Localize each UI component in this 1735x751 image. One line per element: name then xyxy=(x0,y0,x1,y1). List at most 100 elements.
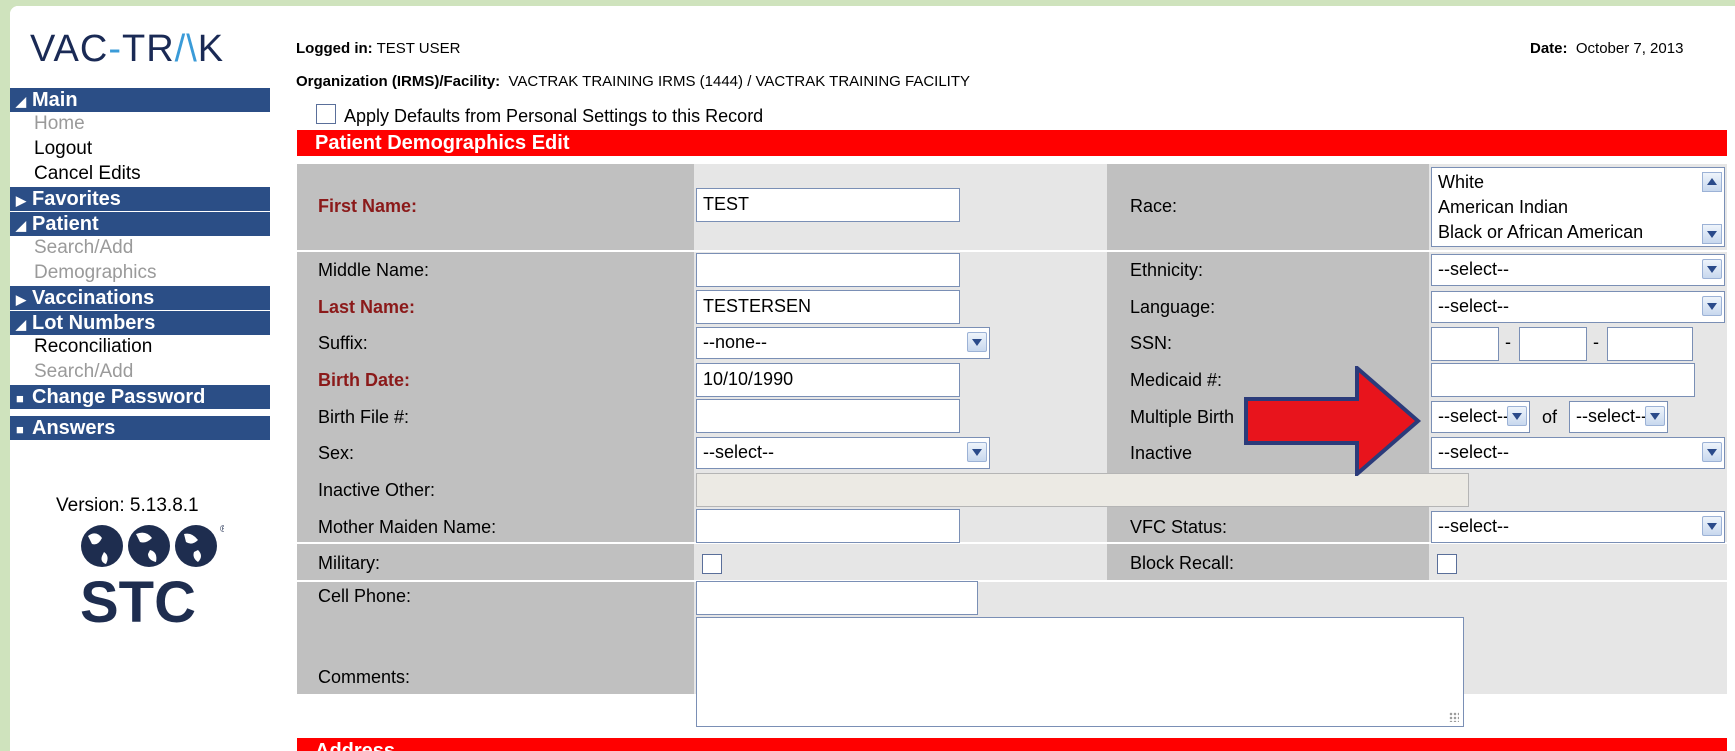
apply-defaults-checkbox[interactable] xyxy=(316,104,336,125)
organization-info: Organization (IRMS)/Facility: VACTRAK TR… xyxy=(296,73,970,90)
chevron-down-icon xyxy=(1702,296,1722,316)
nav-item-reconciliation[interactable]: Reconciliation xyxy=(34,335,152,359)
race-listbox[interactable]: White American Indian Black or African A… xyxy=(1431,167,1725,247)
race-option-black[interactable]: Black or African American xyxy=(1438,222,1643,243)
version-label: Version: 5.13.8.1 xyxy=(56,495,199,516)
sex-label: Sex: xyxy=(318,443,355,463)
military-label: Military: xyxy=(318,553,380,573)
multiple-birth-order-select[interactable]: --select-- xyxy=(1431,401,1530,433)
medicaid-input[interactable] xyxy=(1431,363,1695,397)
ssn-part3-input[interactable] xyxy=(1607,327,1693,361)
organization-value: VACTRAK TRAINING IRMS (1444) / VACTRAK T… xyxy=(508,73,971,90)
nav-section-lot-numbers[interactable]: ◢ Lot Numbers xyxy=(10,311,270,335)
sex-select[interactable]: --select-- xyxy=(696,437,990,469)
nav-section-label: Vaccinations xyxy=(32,287,155,309)
nav-section-favorites[interactable]: ▶ Favorites xyxy=(10,187,270,211)
inactive-other-input[interactable] xyxy=(696,473,1469,507)
military-checkbox[interactable] xyxy=(702,554,722,574)
ethnicity-select[interactable]: --select-- xyxy=(1431,254,1725,286)
sex-value: --select-- xyxy=(703,442,774,462)
suffix-select[interactable]: --none-- xyxy=(696,327,990,359)
organization-label: Organization (IRMS)/Facility: xyxy=(296,73,501,90)
date-info: Date: October 7, 2013 xyxy=(1530,40,1683,57)
blank-value-cell xyxy=(1429,544,1727,580)
nav-item-demographics[interactable]: Demographics xyxy=(34,261,157,285)
vfc-status-value: --select-- xyxy=(1438,516,1509,536)
race-option-american-indian[interactable]: American Indian xyxy=(1438,197,1568,218)
chevron-down-icon xyxy=(1645,406,1665,426)
first-name-label: First Name: xyxy=(318,196,418,216)
date-value: October 7, 2013 xyxy=(1575,40,1684,57)
logged-in-user: TEST USER xyxy=(376,40,461,57)
nav-item-home[interactable]: Home xyxy=(34,112,85,136)
birth-date-input[interactable]: 10/10/1990 xyxy=(696,363,960,397)
multiple-birth-total-select[interactable]: --select-- xyxy=(1569,401,1668,433)
red-arrow-annotation xyxy=(1244,366,1422,476)
chevron-down-icon xyxy=(1702,259,1722,279)
ssn-separator: - xyxy=(1505,332,1511,352)
date-label: Date: xyxy=(1530,40,1568,57)
ethnicity-label: Ethnicity: xyxy=(1130,260,1204,280)
nav-section-patient[interactable]: ◢ Patient xyxy=(10,212,270,236)
middle-name-label: Middle Name: xyxy=(318,260,430,280)
multiple-birth-order-value: --select-- xyxy=(1438,406,1509,426)
ssn-part1-input[interactable] xyxy=(1431,327,1499,361)
apply-defaults-label: Apply Defaults from Personal Settings to… xyxy=(344,106,764,126)
nav-item-cancel-edits[interactable]: Cancel Edits xyxy=(34,162,141,186)
suffix-value: --none-- xyxy=(703,332,768,352)
block-recall-checkbox[interactable] xyxy=(1437,554,1457,574)
last-name-label: Last Name: xyxy=(318,297,416,317)
race-label: Race: xyxy=(1130,196,1178,216)
ssn-part2-input[interactable] xyxy=(1519,327,1587,361)
nav-section-answers[interactable]: ■ Answers xyxy=(10,416,270,440)
vfc-status-select[interactable]: --select-- xyxy=(1431,511,1725,543)
last-name-input[interactable]: TESTERSEN xyxy=(696,290,960,324)
race-option-white[interactable]: White xyxy=(1438,172,1484,193)
nav-section-label: Lot Numbers xyxy=(32,312,156,334)
nav-section-label: Answers xyxy=(32,417,116,439)
multiple-birth-label: Multiple Birth xyxy=(1130,407,1235,427)
app-window: VAC‑TR/\K ◢ Main Home Logout Cancel Edits… xyxy=(10,6,1735,751)
birth-file-label: Birth File #: xyxy=(318,407,410,427)
cell-phone-input[interactable] xyxy=(696,581,978,615)
inactive-label: Inactive xyxy=(1130,443,1193,463)
birth-date-label: Birth Date: xyxy=(318,370,411,390)
nav-section-label: Patient xyxy=(32,213,99,235)
birth-file-input[interactable] xyxy=(696,399,960,433)
block-recall-label: Block Recall: xyxy=(1130,553,1235,573)
nav-section-label: Change Password xyxy=(32,386,206,408)
nav-section-change-password[interactable]: ■ Change Password xyxy=(10,385,270,409)
nav-section-label: Favorites xyxy=(32,188,121,210)
nav-section-main[interactable]: ◢ Main xyxy=(10,88,270,112)
chevron-down-icon xyxy=(967,332,987,352)
nav-item-patient-search[interactable]: Search/Add xyxy=(34,236,133,260)
nav-section-label: Main xyxy=(32,89,78,111)
chevron-down-icon xyxy=(1507,406,1527,426)
first-name-input[interactable]: TEST xyxy=(696,188,960,222)
inactive-other-label: Inactive Other: xyxy=(318,480,436,500)
nav-item-logout[interactable]: Logout xyxy=(34,137,92,161)
ssn-label: SSN: xyxy=(1130,333,1173,353)
scroll-up-icon[interactable] xyxy=(1702,172,1722,192)
nav-section-vaccinations[interactable]: ▶ Vaccinations xyxy=(10,286,270,310)
svg-text:®: ® xyxy=(220,524,224,535)
inactive-value: --select-- xyxy=(1438,442,1509,462)
logged-in-info: Logged in: TEST USER xyxy=(296,40,460,57)
ssn-separator: - xyxy=(1593,332,1599,352)
inactive-select[interactable]: --select-- xyxy=(1431,437,1725,469)
comments-textarea[interactable] xyxy=(696,617,1464,727)
resize-handle-icon[interactable] xyxy=(1449,712,1459,722)
middle-name-input[interactable] xyxy=(696,253,960,287)
nav-item-lot-search[interactable]: Search/Add xyxy=(34,360,133,384)
mother-maiden-name-input[interactable] xyxy=(696,509,960,543)
apply-defaults-option[interactable]: Apply Defaults from Personal Settings to… xyxy=(316,104,764,127)
comments-label: Comments: xyxy=(318,667,411,687)
chevron-down-icon xyxy=(1702,442,1722,462)
stc-logo-text: STC xyxy=(80,570,196,632)
language-label: Language: xyxy=(1130,297,1216,317)
vfc-status-label: VFC Status: xyxy=(1130,517,1228,537)
stc-logo: ® STC xyxy=(74,522,228,635)
language-select[interactable]: --select-- xyxy=(1431,291,1725,323)
scroll-down-icon[interactable] xyxy=(1702,224,1722,244)
logged-in-label: Logged in: xyxy=(296,40,373,57)
